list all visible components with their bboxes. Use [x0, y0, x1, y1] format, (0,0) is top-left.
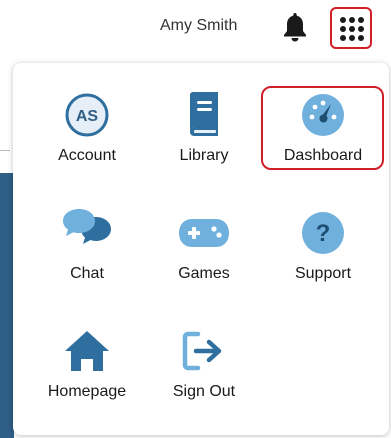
- top-bar: Amy Smith: [0, 0, 391, 55]
- avatar-initials: AS: [76, 108, 99, 125]
- gamepad-icon: [178, 217, 230, 249]
- menu-item-games[interactable]: Games: [144, 203, 264, 313]
- menu-item-dashboard[interactable]: Dashboard: [263, 85, 383, 195]
- support-question-icon: ?: [301, 211, 345, 255]
- background-blue-panel: [0, 173, 14, 438]
- background-divider: [0, 150, 10, 151]
- background-page-edge: [0, 0, 14, 438]
- page: Amy Smith AS Account Library Dashboard C…: [0, 0, 391, 438]
- menu-item-homepage[interactable]: Homepage: [27, 321, 147, 431]
- apps-menu-button[interactable]: [330, 7, 372, 49]
- account-avatar-icon: AS: [65, 93, 109, 137]
- menu-item-label: Sign Out: [172, 383, 236, 400]
- menu-item-chat[interactable]: Chat: [27, 203, 147, 313]
- apps-dropdown-panel: AS Account Library Dashboard Chat Games …: [13, 63, 389, 435]
- menu-item-label: Dashboard: [283, 147, 363, 164]
- menu-item-support[interactable]: ? Support: [263, 203, 383, 313]
- svg-text:?: ?: [316, 220, 331, 247]
- user-name[interactable]: Amy Smith: [160, 17, 237, 35]
- library-book-icon: [184, 91, 224, 137]
- menu-item-label: Account: [58, 147, 116, 164]
- menu-item-label: Homepage: [47, 383, 127, 400]
- chat-bubbles-icon: [61, 207, 113, 255]
- menu-item-label: Chat: [70, 265, 104, 282]
- home-icon: [63, 329, 111, 373]
- bell-icon[interactable]: [282, 11, 308, 43]
- menu-item-account[interactable]: AS Account: [27, 85, 147, 195]
- menu-item-library[interactable]: Library: [144, 85, 264, 195]
- sign-out-icon: [182, 331, 226, 371]
- dashboard-gauge-icon: [301, 93, 345, 137]
- apps-grid-icon: [340, 17, 364, 41]
- menu-item-label: Support: [294, 265, 352, 282]
- menu-item-sign-out[interactable]: Sign Out: [144, 321, 264, 431]
- menu-item-label: Library: [179, 147, 229, 164]
- menu-item-label: Games: [178, 265, 230, 282]
